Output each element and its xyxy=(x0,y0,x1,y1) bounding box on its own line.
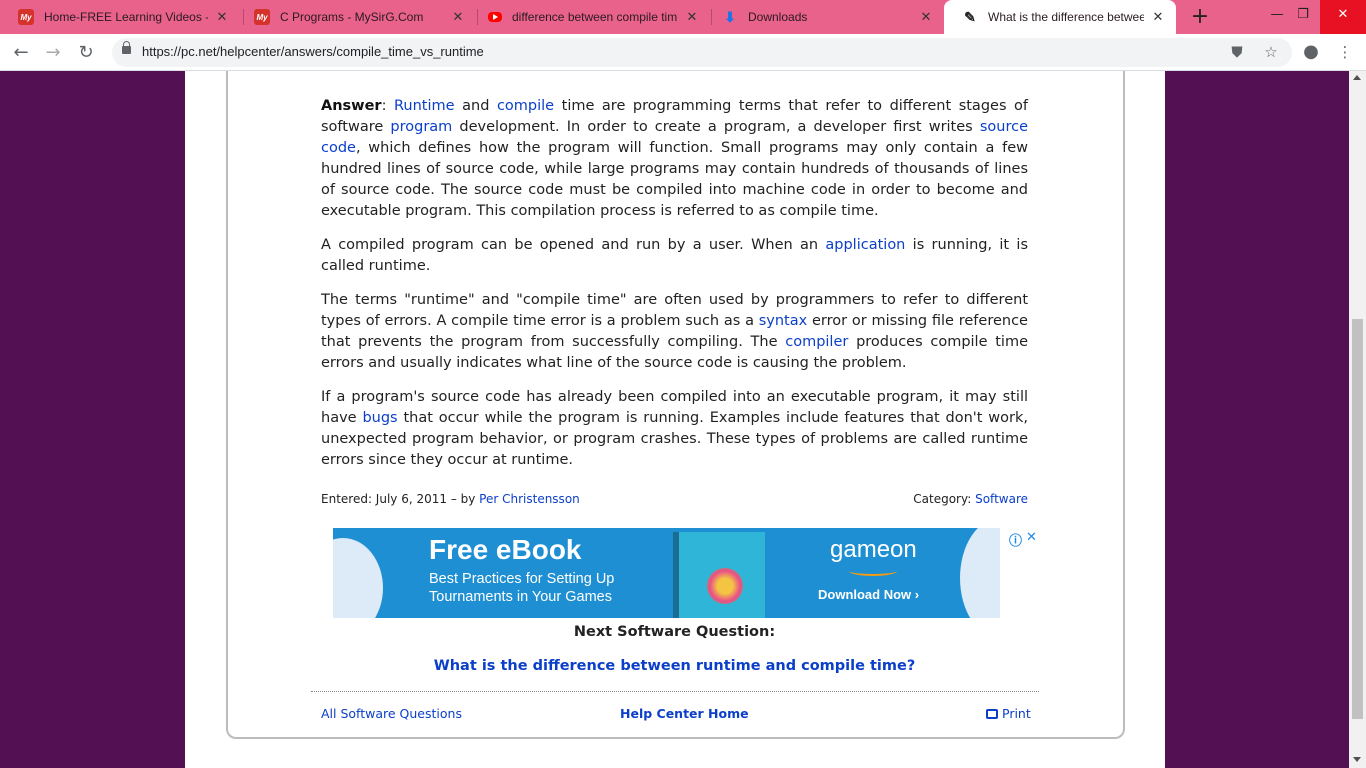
tab-title: What is the difference between xyxy=(988,10,1144,24)
all-software-questions-link[interactable]: All Software Questions xyxy=(321,706,462,721)
link-compile[interactable]: compile xyxy=(497,98,554,114)
scroll-down-arrow-icon[interactable] xyxy=(1353,757,1361,762)
url-text: https://pc.net/helpcenter/answers/compil… xyxy=(142,44,484,59)
reload-button[interactable]: ↻ xyxy=(73,40,99,66)
pc-icon: ✎ xyxy=(964,8,976,25)
paragraph-answer: Answer: Runtime and compile time are pro… xyxy=(321,98,1029,219)
lock-icon xyxy=(122,41,131,54)
printer-icon xyxy=(986,709,998,719)
entered-info: Entered: July 6, 2011 – by Per Christens… xyxy=(321,492,580,506)
paragraph-runtime: A compiled program can be opened and run… xyxy=(321,237,1028,274)
tab-downloads[interactable]: ⬇ Downloads ✕ xyxy=(704,0,944,34)
new-tab-button[interactable]: + xyxy=(1188,5,1212,29)
close-tab-icon[interactable]: ✕ xyxy=(450,9,466,25)
link-compiler[interactable]: compiler xyxy=(785,334,848,350)
footer-divider xyxy=(311,691,1039,692)
back-button[interactable]: ← xyxy=(8,40,34,66)
ad-choices-icon[interactable]: ⓘ xyxy=(1009,530,1022,549)
link-program[interactable]: program xyxy=(390,119,452,135)
ad-cloud-decoration xyxy=(333,538,383,618)
scroll-thumb[interactable] xyxy=(1352,319,1363,719)
restore-button[interactable]: ❐ xyxy=(1285,0,1321,34)
amazon-smile-icon xyxy=(849,566,897,576)
close-window-button[interactable]: ✕ xyxy=(1320,0,1366,34)
answer-label: Answer xyxy=(321,98,382,114)
paragraph-bugs: If a program's source code has already b… xyxy=(321,389,1028,468)
category-link[interactable]: Software xyxy=(975,492,1028,506)
ad-banner[interactable]: Free eBook Best Practices for Setting Up… xyxy=(333,528,1000,618)
profile-icon[interactable]: ● xyxy=(1302,43,1320,61)
link-bugs[interactable]: bugs xyxy=(362,410,397,426)
link-application[interactable]: application xyxy=(825,237,905,253)
print-link[interactable]: Print xyxy=(986,706,1031,721)
ad-subline: Best Practices for Setting Up Tournament… xyxy=(429,571,615,605)
link-runtime[interactable]: Runtime xyxy=(394,98,455,114)
close-tab-icon[interactable]: ✕ xyxy=(918,9,934,25)
tab-title: Home-FREE Learning Videos - M xyxy=(44,10,208,24)
tab-title: C Programs - MySirG.Com xyxy=(280,10,424,24)
category-info: Category: Software xyxy=(913,492,1028,506)
tab-strip: My Home-FREE Learning Videos - M ✕ My C … xyxy=(0,0,1366,34)
mysirg-icon: My xyxy=(18,9,34,25)
bookmark-star-icon[interactable]: ☆ xyxy=(1262,43,1280,61)
tab-home-free-learning[interactable]: My Home-FREE Learning Videos - M ✕ xyxy=(0,0,240,34)
tab-active-pcnet[interactable]: ✎ What is the difference between ✕ xyxy=(944,0,1176,34)
ebook-cover-image xyxy=(673,532,765,618)
paragraph-errors: The terms "runtime" and "compile time" a… xyxy=(321,292,1028,371)
vertical-scrollbar[interactable] xyxy=(1349,71,1366,768)
page-viewport: Answer: Runtime and compile time are pro… xyxy=(0,71,1349,768)
scroll-up-arrow-icon[interactable] xyxy=(1353,75,1361,80)
ad-headline: Free eBook xyxy=(429,534,582,565)
next-question-label: Next Software Question: xyxy=(573,624,776,640)
close-tab-icon[interactable]: ✕ xyxy=(684,9,700,25)
link-syntax[interactable]: syntax xyxy=(759,313,807,329)
youtube-icon xyxy=(488,12,502,22)
browser-toolbar: ← → ↻ https://pc.net/helpcenter/answers/… xyxy=(0,34,1366,71)
download-icon: ⬇ xyxy=(724,8,736,25)
tab-c-programs[interactable]: My C Programs - MySirG.Com ✕ xyxy=(236,0,476,34)
tab-title: difference between compile tim xyxy=(512,10,678,24)
author-link[interactable]: Per Christensson xyxy=(479,492,580,506)
tab-youtube-video[interactable]: difference between compile tim ✕ xyxy=(470,0,710,34)
mysirg-icon: My xyxy=(254,9,270,25)
forward-button[interactable]: → xyxy=(40,40,66,66)
article-body: Answer: Runtime and compile time are pro… xyxy=(321,96,1028,484)
menu-icon[interactable]: ⋮ xyxy=(1336,43,1354,61)
tab-title: Downloads xyxy=(748,10,808,24)
close-tab-icon[interactable]: ✕ xyxy=(214,9,230,25)
address-bar[interactable]: https://pc.net/helpcenter/answers/compil… xyxy=(112,38,1292,67)
ad-close-icon[interactable]: ✕ xyxy=(1026,530,1037,545)
help-center-home-link[interactable]: Help Center Home xyxy=(620,706,749,721)
ad-download-button[interactable]: Download Now › xyxy=(818,587,919,602)
close-tab-icon[interactable]: ✕ xyxy=(1150,9,1166,25)
shield-blocked-icon[interactable]: ⛊ xyxy=(1228,43,1246,61)
gameon-logo: gameon xyxy=(830,536,917,563)
next-question-link[interactable]: What is the difference between runtime a… xyxy=(0,658,1349,674)
ad-cloud-decoration xyxy=(960,528,1000,618)
